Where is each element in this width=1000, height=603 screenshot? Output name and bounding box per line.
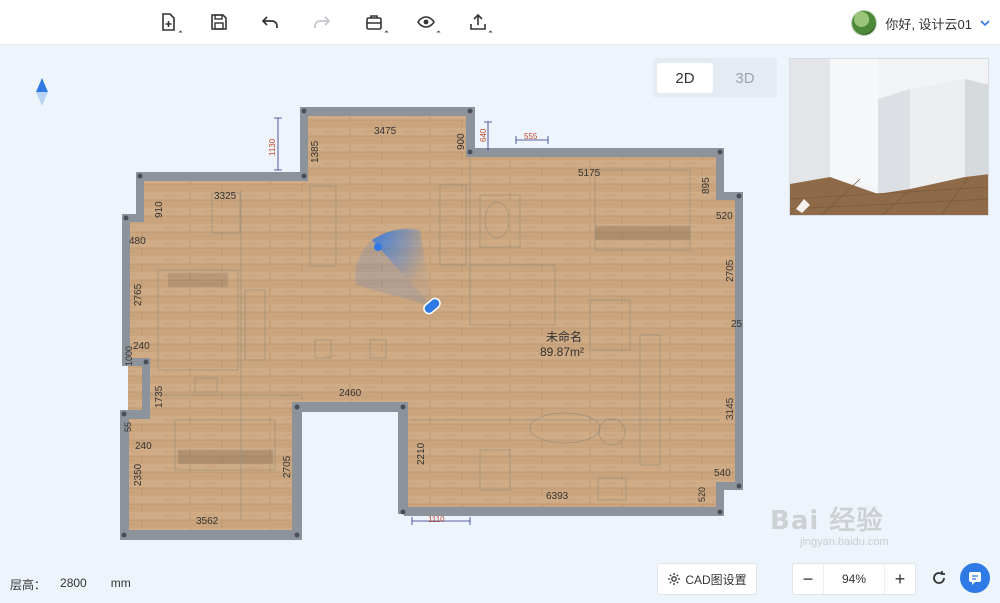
cad-settings-label: CAD图设置 [685, 572, 747, 587]
dim-left-2765: 2765 [133, 283, 144, 306]
chat-button[interactable] [960, 563, 990, 593]
chat-icon [969, 572, 981, 585]
dim-top-small: 555 [524, 132, 538, 141]
dim-left-1735: 1735 [154, 385, 165, 408]
mode-2d-button[interactable]: 2D [657, 63, 713, 93]
dim-right-2705: 2705 [725, 259, 736, 282]
view-mode-toggle: 2D 3D [653, 58, 777, 98]
dim-bottom-3562: 3562 [196, 516, 219, 527]
dim-left-outer-1: 1130 [268, 138, 277, 156]
dim-left-480: 480 [129, 236, 146, 247]
dim-inner-2460: 2460 [339, 388, 362, 399]
3d-preview-scene [790, 59, 988, 215]
dim-mid-900: 900 [456, 133, 467, 150]
refresh-icon [933, 571, 945, 584]
dim-left-55: 55 [123, 422, 133, 432]
reset-view-button[interactable] [926, 565, 952, 591]
dim-top-center: 3475 [374, 126, 397, 137]
dim-top-left: 3325 [214, 191, 237, 202]
dim-right-520b: 520 [697, 487, 707, 502]
dim-left-2350: 2350 [133, 463, 144, 486]
floor-height-label: 层高： [10, 578, 47, 592]
dim-left-240b: 240 [135, 441, 152, 452]
dim-right-520: 520 [716, 211, 733, 222]
dim-left-240a: 240 [133, 341, 150, 352]
dim-inner-2705: 2705 [282, 455, 293, 478]
dim-bottom-1110: 1110 [428, 515, 445, 524]
floor-height-value[interactable]: 2800 [60, 576, 87, 593]
dim-right-3145: 3145 [725, 397, 736, 420]
dim-left-inner-1: 1385 [310, 140, 321, 163]
dim-right-540: 540 [714, 468, 731, 479]
dim-bottom-6393: 6393 [546, 491, 569, 502]
zoom-in-button[interactable]: + [885, 564, 915, 594]
zoom-level: 94% [823, 564, 885, 594]
dim-left-910: 910 [154, 201, 165, 218]
3d-preview-thumbnail[interactable] [789, 58, 989, 216]
dim-right-25: 25 [731, 319, 743, 330]
dim-top-right: 5175 [578, 168, 601, 179]
dim-mid-640: 640 [479, 128, 488, 142]
watermark-logo: Bai 经验 [770, 506, 884, 536]
room-area: 89.87m² [540, 345, 584, 359]
dim-right-895: 895 [701, 177, 712, 194]
zoom-control: − 94% + [792, 563, 916, 595]
zoom-out-button[interactable]: − [793, 564, 823, 594]
watermark-url: jingyan.baidu.com [800, 536, 889, 548]
floor-height-info: 层高： 2800 mm [10, 576, 131, 593]
cad-settings-button[interactable]: CAD图设置 [657, 563, 757, 595]
gear-icon [668, 573, 681, 585]
mode-3d-button[interactable]: 3D [717, 63, 773, 93]
dim-inner-2210: 2210 [416, 442, 427, 465]
room-name[interactable]: 未命名 [546, 329, 582, 344]
floor-height-unit: mm [110, 576, 131, 590]
